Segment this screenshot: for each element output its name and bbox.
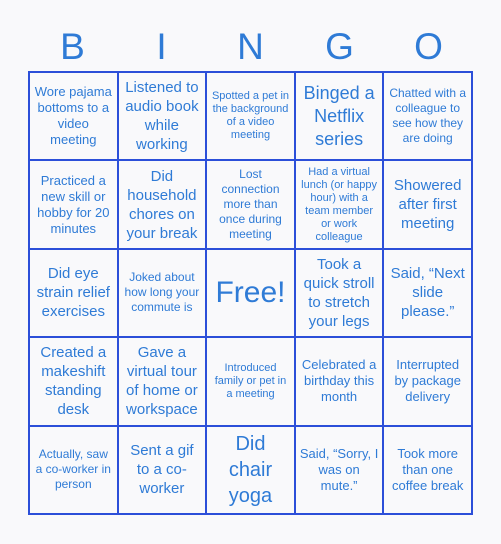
cell-text: Said, “Sorry, I was on mute.” (299, 445, 379, 493)
bingo-board: Wore pajama bottoms to a video meeting L… (28, 71, 473, 515)
cell-text: Had a virtual lunch (or happy hour) with… (301, 165, 377, 243)
bingo-cell[interactable]: Said, “Sorry, I was on mute.” (294, 425, 384, 514)
header-letter-i: I (156, 26, 167, 67)
cell-text: Wore pajama bottoms to a video meeting (34, 84, 112, 148)
cell-text: Listened to audio book while working (125, 79, 199, 154)
cell-text: Introduced family or pet in a meeting (214, 361, 287, 400)
cell-text: Joked about how long your commute is (124, 270, 200, 315)
free-space-text: Free! (215, 275, 286, 309)
cell-text: Actually, saw a co-worker in person (35, 447, 111, 492)
cell-text: Sent a gif to a co-worker (130, 442, 194, 498)
bingo-cell[interactable]: Wore pajama bottoms to a video meeting (29, 72, 118, 161)
cell-text: Gave a virtual tour of home or workspace (126, 344, 198, 419)
bingo-cell[interactable]: Lost connection more than once during me… (206, 160, 295, 249)
cell-text: Did household chores on your break (126, 167, 198, 242)
cell-text: Spotted a pet in the background of a vid… (211, 90, 290, 142)
bingo-cell[interactable]: Gave a virtual tour of home or workspace (117, 337, 207, 426)
bingo-cell[interactable]: Chatted with a colleague to see how they… (383, 72, 472, 161)
bingo-cell[interactable]: Showered after first meeting (383, 160, 472, 249)
cell-text: Lost connection more than once during me… (219, 167, 282, 242)
bingo-cell[interactable]: Practiced a new skill or hobby for 20 mi… (29, 160, 118, 249)
cell-text: Took a quick stroll to stretch your legs (303, 255, 375, 330)
cell-text: Created a makeshift standing desk (40, 344, 107, 419)
cell-text: Chatted with a colleague to see how they… (389, 86, 467, 146)
bingo-cell[interactable]: Did eye strain relief exercises (29, 248, 118, 338)
bingo-cell[interactable]: Interrupted by package delivery (383, 337, 472, 426)
bingo-cell[interactable]: Listened to audio book while working (117, 72, 207, 161)
bingo-cell[interactable]: Binged a Netflix series (294, 72, 384, 161)
cell-text: Said, “Next slide please.” (390, 265, 465, 321)
bingo-cell[interactable]: Celebrated a birthday this month (294, 337, 384, 426)
cell-text: Binged a Netflix series (303, 82, 375, 149)
cell-text: Interrupted by package delivery (394, 357, 461, 405)
free-space-cell[interactable]: Free! (206, 248, 295, 338)
cell-text: Did eye strain relief exercises (36, 265, 110, 321)
bingo-cell[interactable]: Did household chores on your break (117, 160, 207, 249)
header-letter-b: B (60, 26, 85, 67)
bingo-cell[interactable]: Said, “Next slide please.” (383, 248, 472, 338)
bingo-cell[interactable]: Actually, saw a co-worker in person (29, 425, 118, 514)
bingo-cell[interactable]: Had a virtual lunch (or happy hour) with… (294, 160, 384, 249)
cell-text: Celebrated a birthday this month (301, 357, 377, 405)
bingo-cell[interactable]: Created a makeshift standing desk (29, 337, 118, 426)
header-letter-n: N (237, 26, 264, 67)
bingo-cell[interactable]: Sent a gif to a co-worker (117, 425, 207, 514)
bingo-cell[interactable]: Joked about how long your commute is (117, 248, 207, 338)
header-letter-g: G (325, 26, 354, 67)
bingo-cell[interactable]: Spotted a pet in the background of a vid… (206, 72, 295, 161)
bingo-cell[interactable]: Took more than one coffee break (383, 425, 472, 514)
cell-text: Practiced a new skill or hobby for 20 mi… (37, 172, 110, 236)
header-letter-o: O (414, 26, 443, 67)
cell-text: Showered after first meeting (393, 177, 462, 233)
bingo-cell[interactable]: Took a quick stroll to stretch your legs (294, 248, 384, 338)
cell-text: Did chair yoga (228, 432, 273, 507)
cell-text: Took more than one coffee break (392, 445, 464, 493)
bingo-cell[interactable]: Did chair yoga (206, 425, 295, 514)
bingo-cell[interactable]: Introduced family or pet in a meeting (206, 337, 295, 426)
bingo-header: B I N G O (28, 24, 473, 70)
